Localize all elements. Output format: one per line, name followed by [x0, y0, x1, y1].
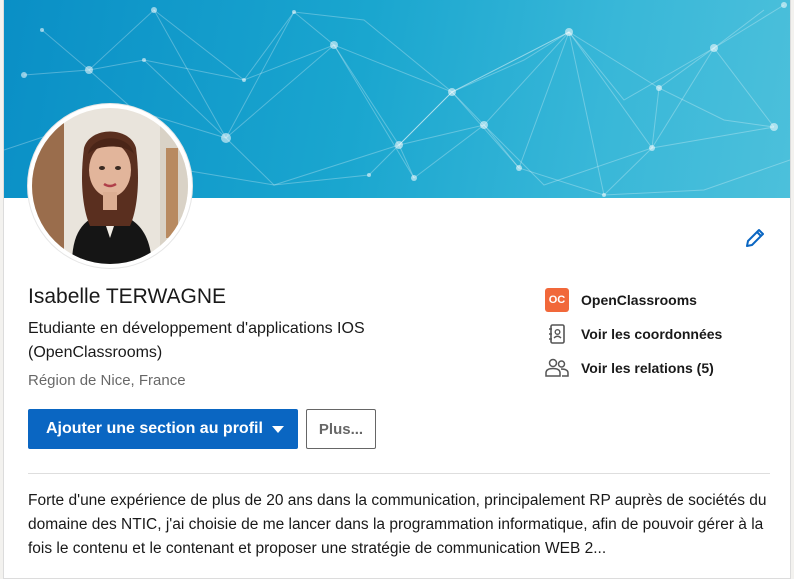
profile-location: Région de Nice, France	[28, 372, 186, 389]
profile-summary[interactable]: Forte d'une expérience de plus de 20 ans…	[28, 489, 776, 561]
profile-card: Isabelle TERWAGNE Etudiante en développe…	[3, 0, 791, 579]
profile-photo-frame[interactable]	[28, 104, 192, 268]
add-profile-section-button[interactable]: Ajouter une section au profil	[28, 409, 298, 449]
openclassrooms-logo-mark: OC	[545, 288, 569, 312]
people-icon	[544, 355, 570, 381]
profile-headline: Etudiante en développement d'application…	[28, 320, 365, 361]
contact-info-label: Voir les coordonnées	[581, 326, 723, 342]
connections-link[interactable]: Voir les relations (5)	[544, 355, 714, 381]
school-label: OpenClassrooms	[581, 292, 697, 308]
avatar[interactable]	[32, 108, 188, 264]
add-profile-section-label: Ajouter une section au profil	[46, 420, 263, 437]
profile-photo	[32, 108, 188, 264]
connections-label: Voir les relations (5)	[581, 360, 714, 376]
pencil-icon	[746, 229, 764, 247]
edit-profile-button[interactable]	[742, 225, 768, 251]
profile-name: Isabelle TERWAGNE	[28, 285, 227, 308]
section-divider	[28, 473, 770, 474]
openclassrooms-logo: OC	[544, 287, 570, 313]
more-button[interactable]: Plus...	[306, 409, 376, 449]
contact-info-link[interactable]: Voir les coordonnées	[544, 321, 722, 347]
caret-down-icon	[272, 426, 284, 433]
school-link[interactable]: OC OpenClassrooms	[544, 287, 697, 313]
address-book-icon	[544, 321, 570, 347]
